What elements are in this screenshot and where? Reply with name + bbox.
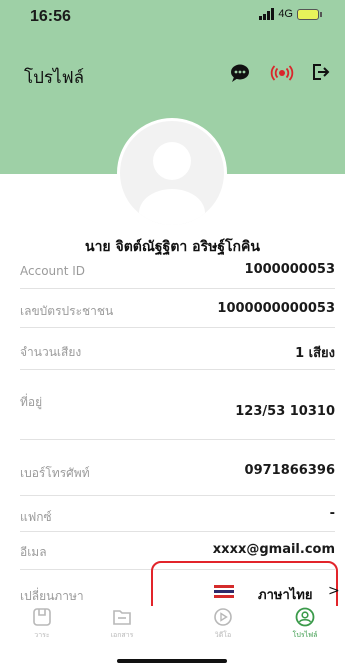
language-value[interactable]: ภาษาไทย: [258, 584, 312, 605]
thai-flag-icon: [214, 585, 234, 598]
tab-profile[interactable]: โปรไฟล์: [275, 606, 335, 641]
account-id-label: Account ID: [20, 264, 86, 278]
document-icon: [113, 610, 131, 625]
tab-documents[interactable]: เอกสาร: [92, 606, 152, 641]
info-row-fax: แฟกซ์ -: [20, 496, 335, 532]
citizen-id-label: เลขบัตรประชาชน: [20, 304, 114, 318]
user-placeholder-icon: [139, 142, 205, 225]
chevron-right-icon[interactable]: >: [328, 583, 340, 599]
network-type: 4G: [278, 8, 293, 20]
battery-icon: [297, 8, 322, 20]
info-row-citizen-id: เลขบัตรประชาชน 1000000000053: [20, 289, 335, 328]
status-bar: 16:56 4G: [0, 0, 345, 44]
home-indicator: [117, 659, 227, 663]
email-label: อีเมล: [20, 545, 47, 559]
address-label: ที่อยู่: [20, 395, 43, 409]
logout-icon[interactable]: [310, 62, 330, 82]
info-row-votes: จำนวนเสียง 1 เสียง: [20, 328, 335, 370]
email-value: xxxx@gmail.com: [212, 542, 335, 557]
signal-icon: [259, 8, 275, 20]
tab-agenda-label: วาระ: [34, 631, 50, 639]
info-row-phone: เบอร์โทรศัพท์ 0971866396: [20, 440, 335, 496]
address-value: 123/53 10310: [235, 404, 335, 419]
info-row-address: ที่อยู่ 123/53 10310: [20, 370, 335, 440]
votes-label: จำนวนเสียง: [20, 345, 82, 359]
page-title: โปรไฟล์: [24, 68, 85, 88]
citizen-id-value: 1000000000053: [217, 301, 335, 316]
language-label: เปลี่ยนภาษา: [20, 589, 84, 603]
account-id-value: 1000000053: [244, 262, 335, 277]
agenda-icon: [33, 608, 51, 626]
tab-video-label: วิดีโอ: [214, 631, 232, 639]
profile-name: นาย จิตต์ณัฐฐิตา อริษฐ์โกคิน: [85, 239, 260, 255]
votes-value: 1 เสียง: [295, 346, 335, 361]
tab-documents-label: เอกสาร: [110, 631, 134, 639]
profile-icon: [295, 607, 315, 627]
info-row-account-id: Account ID 1000000053: [20, 256, 335, 289]
status-indicators: 4G: [259, 8, 322, 20]
tab-video[interactable]: วิดีโอ: [193, 606, 253, 641]
tab-profile-label: โปรไฟล์: [292, 631, 318, 639]
chat-icon[interactable]: [229, 62, 251, 84]
avatar: [117, 118, 227, 228]
phone-value: 0971866396: [244, 463, 335, 478]
phone-label: เบอร์โทรศัพท์: [20, 466, 90, 480]
fax-label: แฟกซ์: [20, 510, 52, 524]
tab-agenda[interactable]: วาระ: [12, 606, 72, 641]
app-header: โปรไฟล์: [0, 44, 345, 106]
live-broadcast-icon[interactable]: [270, 62, 294, 86]
fax-value: -: [329, 506, 335, 521]
video-icon: [214, 608, 232, 626]
status-time: 16:56: [30, 8, 71, 25]
